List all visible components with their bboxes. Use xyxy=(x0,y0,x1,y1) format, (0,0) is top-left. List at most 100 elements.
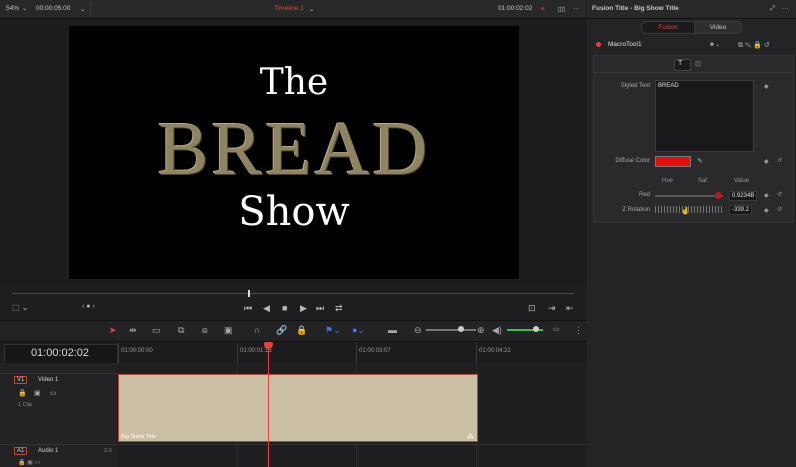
viewer-frame[interactable]: The BREAD Show xyxy=(69,26,519,279)
more-options-icon[interactable]: ··· xyxy=(573,5,580,12)
trim-tool-icon[interactable]: ⇹ xyxy=(129,325,137,336)
title-line-bread: BREAD xyxy=(157,107,431,191)
timeline-ruler[interactable] xyxy=(118,343,586,364)
replace-clip-icon[interactable]: ▣ xyxy=(224,325,233,336)
snapping-icon[interactable]: ∩ xyxy=(254,325,260,335)
match-frame-icon[interactable]: ⊡ xyxy=(528,303,536,314)
scrubber-track[interactable] xyxy=(12,293,574,294)
zoom-slider[interactable] xyxy=(426,329,476,331)
position-lock-icon[interactable]: 🔒 xyxy=(296,325,307,336)
zoom-out-icon[interactable]: ⊖ xyxy=(414,325,422,336)
diffuse-color-label: Diffuse Color xyxy=(615,158,650,164)
record-timecode: 01:00:02:02 xyxy=(498,5,533,12)
ruler-label: 01:00:03:07 xyxy=(359,348,391,354)
divider xyxy=(0,373,117,374)
reset-icon[interactable]: ↺ xyxy=(777,157,782,164)
reset-icon[interactable]: ↺ xyxy=(777,191,782,198)
track-badge-v1[interactable]: V1 xyxy=(14,376,28,384)
jog-icon[interactable]: ‹ ● › xyxy=(82,303,95,310)
tool-menu-icon[interactable]: ■ ⌄ xyxy=(710,41,720,48)
toolbar-more-icon[interactable]: ⋮ xyxy=(574,325,583,336)
timeline-timecode[interactable]: 01:00:02:02 xyxy=(4,347,116,359)
keyframe-dot-icon[interactable]: ◆ xyxy=(764,192,769,199)
text-page-tab[interactable] xyxy=(674,59,691,71)
playhead[interactable] xyxy=(268,343,269,467)
loop-icon[interactable]: ⇄ xyxy=(335,303,343,314)
divider xyxy=(0,444,117,445)
stop-icon[interactable]: ■ xyxy=(282,303,287,313)
source-timecode: 00:00:05:00 xyxy=(36,5,71,12)
selection-tool-icon[interactable]: ➤ xyxy=(109,325,117,336)
timeline-dropdown-icon[interactable]: ⌄ xyxy=(309,5,314,13)
play-icon[interactable]: ▶ xyxy=(300,303,307,314)
volume-slider-knob[interactable] xyxy=(533,326,539,332)
viewer-menu-icon[interactable]: ⌄ xyxy=(80,5,85,13)
tab-fusion[interactable]: Fusion xyxy=(641,21,695,34)
audio-volume-icon[interactable]: ◀) xyxy=(492,325,502,336)
keyframe-dot-icon[interactable]: ◆ xyxy=(764,158,769,165)
detail-zoom-icon[interactable]: ▬ xyxy=(388,325,397,335)
red-slider[interactable] xyxy=(655,195,723,197)
keyframe-dot-icon[interactable]: ◆ xyxy=(764,207,769,214)
linked-selection-icon[interactable]: 🔗 xyxy=(276,325,287,336)
zoom-slider-knob[interactable] xyxy=(458,326,464,332)
lock-track-icon[interactable]: 🔒 xyxy=(18,389,27,397)
divider xyxy=(118,444,586,445)
overwrite-clip-icon[interactable]: ⧈ xyxy=(202,325,208,336)
col-sat: Sat xyxy=(698,178,708,184)
ruler-tick xyxy=(118,343,119,363)
tool-actions-icon[interactable]: ⧉ ✎ 🔒 ↺ xyxy=(738,41,770,50)
jump-end-icon[interactable]: ⏭ xyxy=(316,303,324,314)
settings-tab-icon[interactable]: ⊡ xyxy=(695,60,701,68)
divider xyxy=(593,72,792,73)
timeline-clip[interactable] xyxy=(118,374,478,442)
next-edit-icon[interactable]: ⇤ xyxy=(566,303,574,314)
dim-button-icon[interactable]: ▭ xyxy=(553,325,560,333)
play-reverse-icon[interactable]: ◀ xyxy=(263,303,270,314)
audio-channel-level: 2.0 xyxy=(104,448,112,454)
track-name-audio1[interactable]: Audio 1 xyxy=(38,448,58,454)
styled-text-input[interactable] xyxy=(655,80,754,152)
col-hue: Hue xyxy=(662,178,674,184)
tool-enable-dot[interactable] xyxy=(596,42,601,47)
marker-icon[interactable]: ●⌄ xyxy=(352,325,365,336)
prev-edit-icon[interactable]: ⇥ xyxy=(548,303,556,314)
title-line-show: Show xyxy=(238,189,350,235)
diffuse-color-swatch[interactable] xyxy=(655,156,691,167)
zoom-in-icon[interactable]: ⊕ xyxy=(477,325,485,336)
auto-select-icon[interactable]: ▣ xyxy=(34,389,41,397)
clip-name: Big Show Title xyxy=(121,434,156,440)
text-tab-icon: T xyxy=(678,60,683,67)
flag-icon[interactable]: ⚑⌄ xyxy=(325,325,341,336)
ruler-tick xyxy=(237,343,238,363)
scrubber-head[interactable] xyxy=(248,290,250,297)
inspector-more-icon[interactable]: ··· xyxy=(782,5,789,12)
blade-tool-icon[interactable]: ▭ xyxy=(152,325,161,336)
track-name-video1[interactable]: Video 1 xyxy=(38,377,58,383)
tab-video[interactable]: Video xyxy=(694,21,742,34)
timeline-name[interactable]: Timeline 1 xyxy=(274,5,304,12)
track-badge-a1[interactable]: A1 xyxy=(14,447,28,455)
col-value: Value xyxy=(734,178,749,184)
ruler-label: 01:00:00:00 xyxy=(121,348,153,354)
zoom-dropdown-icon[interactable]: ⌄ xyxy=(22,5,27,12)
inspector-expand-icon[interactable]: ⤢ xyxy=(770,5,775,13)
ruler-tick xyxy=(356,343,357,363)
red-value-field[interactable]: 0.9234B xyxy=(729,191,758,201)
audio-track-controls-icon[interactable]: 🔒 ▣ ▭ xyxy=(18,459,40,466)
zoom-level[interactable]: 54% xyxy=(6,5,19,12)
viewer-options-icon[interactable]: ⬚ ⌄ xyxy=(12,303,28,312)
red-slider-knob[interactable] xyxy=(714,192,722,199)
keyframe-dot-icon[interactable]: ◆ xyxy=(764,83,769,90)
jump-start-icon[interactable]: ⏮ xyxy=(244,303,252,314)
ruler-label: 01:00:04:22 xyxy=(479,348,511,354)
z-rotation-value-field[interactable]: -339.2 xyxy=(729,205,753,215)
color-picker-icon[interactable]: ✳ xyxy=(540,5,545,13)
title-line-the: The xyxy=(259,62,329,103)
insert-clip-icon[interactable]: ⧉ xyxy=(178,325,184,336)
layout-icon[interactable]: ▯▯ xyxy=(558,5,565,13)
track-enable-icon[interactable]: ▭ xyxy=(50,389,57,397)
eyedropper-icon[interactable]: ✎ xyxy=(697,157,703,165)
ruler-tick xyxy=(476,343,477,363)
reset-icon[interactable]: ↺ xyxy=(777,206,782,213)
